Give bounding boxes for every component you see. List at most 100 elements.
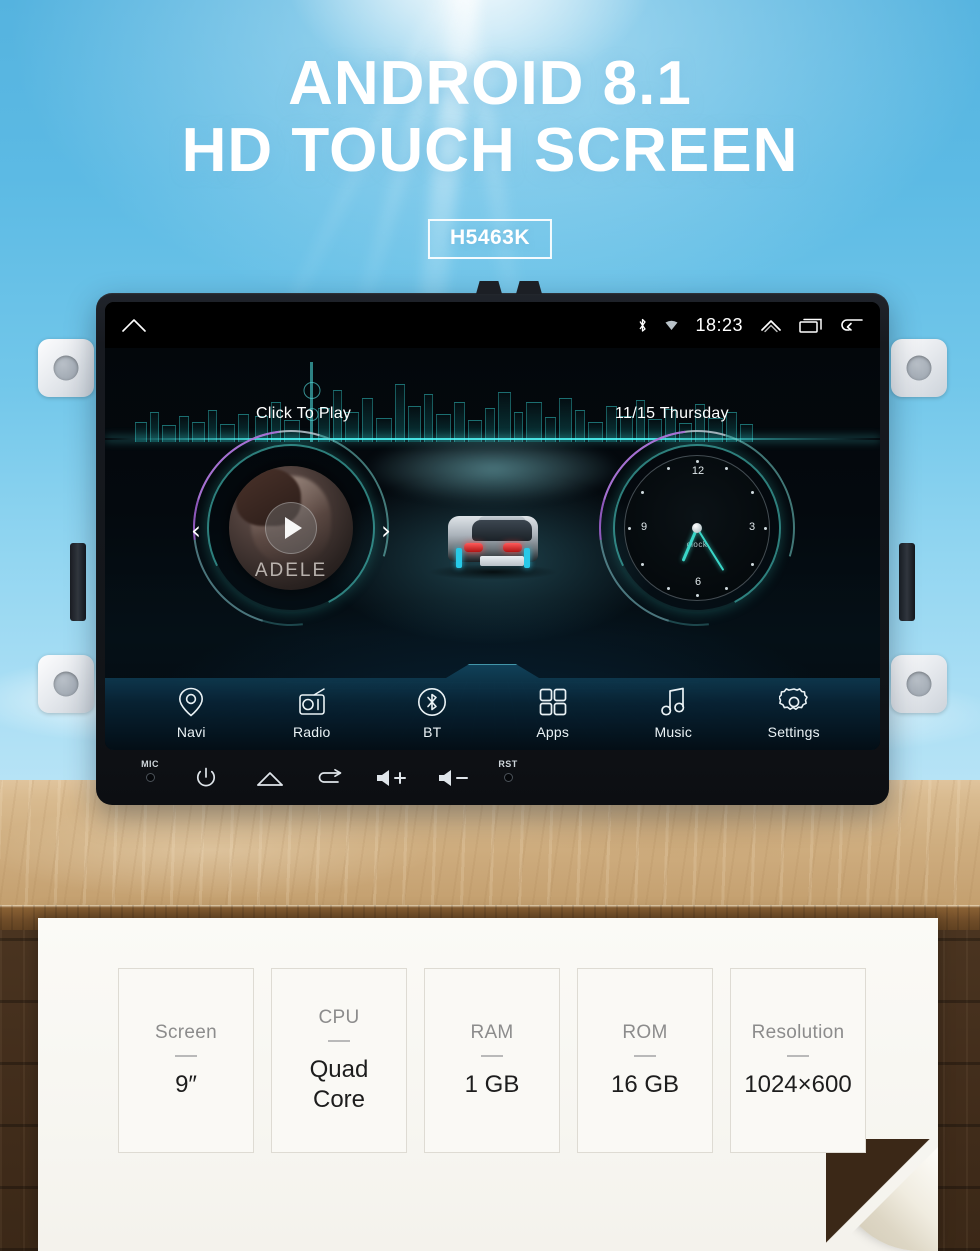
chevron-up-icon[interactable] [760,318,782,333]
bracket-hole [906,671,932,697]
power-button[interactable] [173,766,239,790]
volume-up-icon [375,768,409,788]
location-pin-icon [178,687,204,717]
analog-clock-face: 12 3 6 9 clock [624,455,770,601]
mic-pinhole-icon [145,773,155,782]
volume-up-button[interactable] [361,768,423,788]
dock-item-apps[interactable]: Apps [506,687,600,740]
next-track-button[interactable]: › [381,518,391,543]
bracket-hole [906,355,932,381]
spec-label: Screen [154,1021,217,1043]
taillight-left [463,543,483,552]
clock-hour-9: 9 [640,521,648,533]
return-button[interactable] [301,768,361,788]
bluetooth-icon [637,317,648,334]
date-label: 11/15 Thursday [615,405,729,422]
dock-label: Radio [292,724,331,740]
apps-grid-icon [538,687,568,717]
dock-label: Music [654,724,693,740]
top-tab [476,281,502,294]
dock-item-music[interactable]: Music [626,687,720,740]
dock-label: BT [423,724,442,740]
spec-label: RAM [470,1021,514,1043]
bracket-hole [53,671,79,697]
clock-hour-12: 12 [691,465,705,477]
dock-item-settings[interactable]: Settings [747,687,841,740]
chassis-side-rail-left [70,543,86,621]
sports-car-graphic [427,498,558,580]
spec-divider [175,1054,197,1057]
page-curl-corner [826,1139,938,1251]
taillight-right [502,543,522,552]
car-body [447,516,538,568]
spec-divider [328,1040,350,1043]
spec-value: 9″ [175,1070,197,1098]
dock-label: Apps [536,724,570,740]
dock-item-navi[interactable]: Navi [144,687,238,740]
gear-icon [778,687,809,717]
car-rear-window [471,520,532,541]
hero-line-1: ANDROID 8.1 [288,49,692,118]
spec-divider [634,1054,656,1057]
bluetooth-icon [417,687,447,717]
volume-down-icon [437,768,471,788]
home-screen-wallpaper: Click To Play ADELE ‹ › 11/15 Thursday 1… [105,348,880,750]
car-shadow [427,564,558,580]
bracket-hole [53,355,79,381]
car-vent-right [523,548,530,568]
top-tab [516,281,542,294]
car-head-unit-device: 18:23 Click To Play ADELE ‹ › 11/15 Thur… [38,281,947,805]
play-icon [285,517,302,539]
horizon-glow [362,434,623,504]
home-icon[interactable] [121,316,147,334]
home-button[interactable] [239,768,301,788]
clock-widget[interactable]: 12 3 6 9 clock [559,390,835,666]
spec-card-cpu: CPU Quad Core [271,968,407,1153]
car-vent-left [455,548,462,568]
dock-label: Navi [176,724,206,740]
hero-line-2: HD TOUCH SCREEN [181,115,799,185]
wifi-icon [665,320,678,331]
spec-value: 16 GB [610,1070,680,1098]
chassis-side-rail-right [899,543,915,621]
dock-item-radio[interactable]: Radio [265,687,359,740]
model-badge: H5463K [427,219,553,259]
reset-pinhole-icon [503,773,513,782]
spec-card-row: Screen 9″ CPU Quad Core RAM 1 GB ROM 16 … [118,968,866,1153]
home-icon [256,768,284,788]
mic-label: MIC [141,759,159,769]
mic-button: MIC [127,759,173,782]
spec-label: Resolution [751,1021,845,1043]
clock-center-pin [692,523,702,533]
previous-track-button[interactable]: ‹ [191,518,201,543]
music-widget-title: Click To Play [256,405,352,422]
back-arrow-icon[interactable] [840,317,864,333]
spec-label: ROM [622,1021,668,1043]
return-arrow-icon [317,768,345,788]
reset-label: RST [498,759,518,769]
spec-value: 1024×600 [744,1070,852,1098]
spec-divider [787,1054,809,1057]
play-button[interactable] [265,502,317,554]
mounting-bracket-left-top [38,339,94,397]
spec-card-ram: RAM 1 GB [424,968,560,1153]
clock-hour-6: 6 [694,576,702,588]
music-widget[interactable]: ADELE ‹ › [153,390,429,666]
reset-button[interactable]: RST [485,759,531,782]
dock-item-bt[interactable]: BT [385,687,479,740]
volume-down-button[interactable] [423,768,485,788]
mounting-bracket-right-top [891,339,947,397]
spec-card-rom: ROM 16 GB [577,968,713,1153]
recents-icon[interactable] [799,317,823,334]
clock-hour-3: 3 [748,521,756,533]
mounting-bracket-left-bottom [38,655,94,713]
device-chassis: 18:23 Click To Play ADELE ‹ › 11/15 Thur… [96,281,889,805]
radio-icon [297,687,327,717]
physical-button-bar: MIC RST [105,750,880,805]
spec-card-resolution: Resolution 1024×600 [730,968,866,1153]
album-artist-label: ADELE [254,560,328,581]
hero-headline: ANDROID 8.1 HD TOUCH SCREEN [0,49,980,185]
spec-value: 1 GB [464,1070,520,1098]
touch-screen[interactable]: 18:23 Click To Play ADELE ‹ › 11/15 Thur… [105,302,880,750]
dock-label: Settings [767,724,820,740]
